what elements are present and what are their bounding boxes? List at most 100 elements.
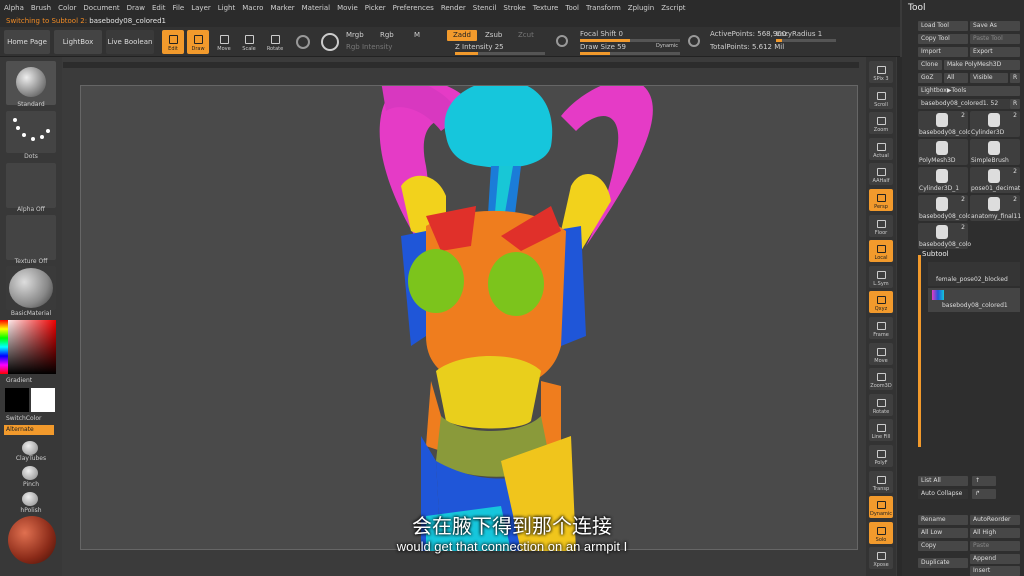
subtool-item-2[interactable]: basebody08_colored1 — [928, 288, 1020, 312]
stroke-selector[interactable] — [6, 111, 56, 153]
menu-macro[interactable]: Macro — [242, 4, 263, 12]
figure-model[interactable] — [81, 86, 859, 551]
menu-alpha[interactable]: Alpha — [4, 4, 24, 12]
z-intensity-label[interactable]: Z Intensity 25 — [455, 43, 504, 51]
rgb-intensity-label[interactable]: Rgb Intensity — [346, 43, 392, 51]
dock-l-sym-button[interactable]: L.Sym — [869, 265, 893, 288]
focal-shift-slider[interactable] — [580, 39, 680, 42]
menu-document[interactable]: Document — [83, 4, 119, 12]
current-tool-r-button[interactable]: R — [1010, 99, 1020, 109]
append-button[interactable]: Append — [970, 554, 1020, 564]
dock-line-fill-button[interactable]: Line Fill — [869, 419, 893, 442]
hue-strip[interactable] — [0, 320, 8, 374]
sculptris-icon[interactable] — [296, 35, 310, 49]
lightbox-button[interactable]: LightBox — [54, 30, 102, 54]
dock-persp-button[interactable]: Persp — [869, 189, 893, 211]
dock-spix-3-button[interactable]: SPix 3 — [869, 61, 893, 83]
menu-marker[interactable]: Marker — [270, 4, 294, 12]
menu-picker[interactable]: Picker — [365, 4, 386, 12]
tool-thumbnail[interactable]: PolyMesh3D — [918, 139, 968, 165]
material-sphere-icon[interactable] — [321, 33, 339, 51]
gradient-label[interactable]: Gradient — [0, 377, 62, 384]
texture-selector[interactable] — [6, 215, 56, 260]
dock-transp-button[interactable]: Transp — [869, 470, 893, 493]
list-all-button[interactable]: List All — [918, 476, 968, 486]
menu-texture[interactable]: Texture — [533, 4, 559, 12]
secondary-color-swatch[interactable] — [31, 388, 55, 412]
menu-zscript[interactable]: Zscript — [661, 4, 685, 12]
menu-stencil[interactable]: Stencil — [473, 4, 497, 12]
menu-light[interactable]: Light — [218, 4, 235, 12]
brush-selector[interactable] — [6, 61, 56, 105]
zcut-button[interactable]: Zcut — [518, 31, 534, 39]
zadd-button[interactable]: Zadd — [447, 30, 477, 41]
tool-thumbnail[interactable]: 2 pose01_decimat — [970, 167, 1020, 193]
draw-size-slider[interactable] — [580, 52, 680, 55]
goz-button[interactable]: GoZ — [918, 73, 942, 83]
dock-qxyz-button[interactable]: Qxyz — [869, 291, 893, 314]
move-tool-button[interactable]: Move — [213, 30, 235, 54]
zsub-button[interactable]: Zsub — [485, 31, 502, 39]
current-tool-slider[interactable]: basebody08_colored1. 52 — [918, 99, 1010, 109]
alpha-selector[interactable] — [6, 163, 56, 208]
dock-rotate-button[interactable]: Rotate — [869, 393, 893, 416]
home-page-button[interactable]: Home Page — [4, 30, 50, 54]
draw-tool-button[interactable]: Draw — [187, 30, 209, 54]
zadd-mode-icon[interactable] — [556, 35, 568, 47]
dynamic-button[interactable]: Dynamic — [656, 43, 678, 49]
menu-tool[interactable]: Tool — [565, 4, 579, 12]
dock-zoom3d-button[interactable]: Zoom3D — [869, 368, 893, 391]
all-button[interactable]: All — [944, 73, 968, 83]
lazy-radius-slider[interactable] — [776, 39, 836, 42]
tool-thumbnail[interactable]: 2 basebody08_colo — [918, 111, 971, 137]
tool-thumbnail[interactable]: 2 basebody08_colo — [918, 223, 971, 249]
menu-zplugin[interactable]: Zplugin — [628, 4, 654, 12]
tool-thumbnail[interactable]: 2 Cylinder3D — [970, 111, 1020, 137]
dock-floor-button[interactable]: Floor — [869, 214, 893, 237]
paste-tool-button[interactable]: Paste Tool — [970, 34, 1020, 44]
subtool-scroll-indicator[interactable] — [918, 255, 921, 447]
dock-zoom-button[interactable]: Zoom — [869, 112, 893, 135]
menu-brush[interactable]: Brush — [31, 4, 51, 12]
focal-shift-label[interactable]: Focal Shift 0 — [580, 30, 623, 38]
tool-thumbnail[interactable]: 2 basebody08_colo — [918, 195, 971, 221]
dynamic-size-icon[interactable] — [688, 35, 700, 47]
tool-thumbnail[interactable]: 2 anatomy_final11 — [970, 195, 1021, 221]
menu-movie[interactable]: Movie — [337, 4, 358, 12]
tool-thumbnail[interactable]: SimpleBrush — [970, 139, 1020, 165]
load-tool-button[interactable]: Load Tool — [918, 21, 968, 31]
dock-actual-button[interactable]: Actual — [869, 137, 893, 160]
claytubes-brush-icon[interactable] — [22, 441, 38, 455]
menu-material[interactable]: Material — [302, 4, 330, 12]
menu-stroke[interactable]: Stroke — [503, 4, 525, 12]
menu-color[interactable]: Color — [58, 4, 76, 12]
goz-r-button[interactable]: R — [1010, 73, 1020, 83]
live-boolean-button[interactable]: Live Boolean — [106, 30, 154, 54]
copy-tool-button[interactable]: Copy Tool — [918, 34, 968, 44]
document-canvas[interactable] — [63, 62, 859, 551]
menu-edit[interactable]: Edit — [152, 4, 166, 12]
subtool-title[interactable]: Subtool — [922, 250, 949, 258]
dock-local-button[interactable]: Local — [869, 240, 893, 263]
material-selector[interactable] — [6, 266, 56, 310]
dock-aahalf-button[interactable]: AAHalf — [869, 163, 893, 186]
menu-transform[interactable]: Transform — [586, 4, 621, 12]
move-down-button[interactable]: ↱ — [972, 489, 996, 499]
scale-tool-button[interactable]: Scale — [238, 30, 260, 54]
subtool-item-1[interactable]: female_pose02_blocked — [928, 262, 1020, 286]
color-picker[interactable] — [0, 320, 56, 374]
menu-render[interactable]: Render — [441, 4, 466, 12]
dock-polyf-button[interactable]: PolyF — [869, 445, 893, 467]
hpolish-brush-icon[interactable] — [22, 492, 38, 506]
edit-tool-button[interactable]: Edit — [162, 30, 184, 54]
export-button[interactable]: Export — [970, 47, 1020, 57]
menu-layer[interactable]: Layer — [191, 4, 211, 12]
auto-collapse-button[interactable]: Auto Collapse — [918, 489, 968, 499]
move-up-button[interactable]: ↑ — [972, 476, 996, 486]
visible-button[interactable]: Visible — [970, 73, 1008, 83]
duplicate-button[interactable]: Duplicate — [918, 558, 968, 568]
rotate-tool-button[interactable]: Rotate — [264, 30, 286, 54]
alternate-button[interactable]: Alternate — [4, 425, 54, 435]
menu-draw[interactable]: Draw — [127, 4, 145, 12]
clone-button[interactable]: Clone — [918, 60, 942, 70]
